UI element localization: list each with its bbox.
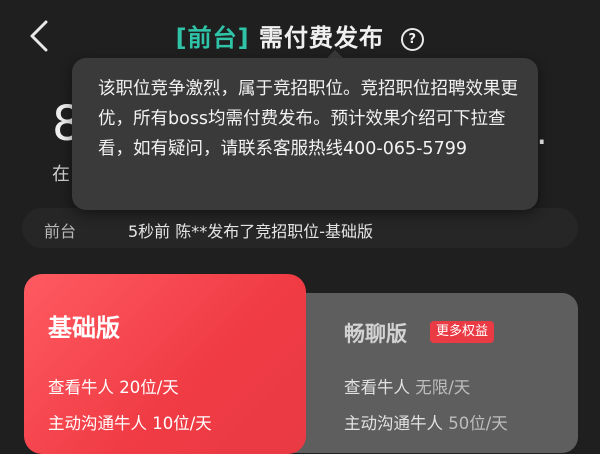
ticker-label: 前台 [44, 222, 77, 241]
feature-label: 查看牛人 [48, 378, 120, 397]
plan-name-chat: 畅聊版 [344, 322, 407, 346]
page-title: [前台] 需付费发布 ? [0, 18, 600, 53]
feature-label: 查看牛人 [344, 378, 416, 397]
chat-feature-contact: 主动沟通牛人 50位/天 [344, 410, 508, 434]
feature-value: 20位/天 [119, 378, 179, 397]
subtitle-partial: 在 [52, 164, 70, 185]
title-text: 需付费发布 [258, 24, 384, 52]
basic-feature-contact: 主动沟通牛人 10位/天 [48, 410, 212, 434]
plan-name-basic: 基础版 [48, 314, 120, 342]
feature-label: 主动沟通牛人 [344, 414, 449, 433]
position-tag: [前台] [175, 24, 250, 52]
help-tooltip: 该职位竞争激烈，属于竞招职位。竞招职位招聘效果更优，所有boss均需付费发布。预… [72, 58, 538, 210]
more-benefits-badge: 更多权益 [430, 321, 495, 343]
feature-label: 主动沟通牛人 [48, 414, 153, 433]
feature-value: 10位/天 [152, 414, 212, 433]
tooltip-text: 该职位竞争激烈，属于竞招职位。竞招职位招聘效果更优，所有boss均需付费发布。预… [98, 79, 518, 159]
feature-value: 50位/天 [448, 414, 508, 433]
ticker-message: 5秒前 陈**发布了竞招职位-基础版 [128, 222, 374, 241]
chat-feature-view: 查看牛人 无限/天 [344, 374, 470, 398]
basic-feature-view: 查看牛人 20位/天 [48, 374, 179, 398]
question-circle-icon[interactable]: ? [401, 28, 425, 51]
recent-activity-ticker: 前台 5秒前 陈**发布了竞招职位-基础版 [22, 208, 578, 248]
feature-value: 无限/天 [415, 378, 471, 397]
